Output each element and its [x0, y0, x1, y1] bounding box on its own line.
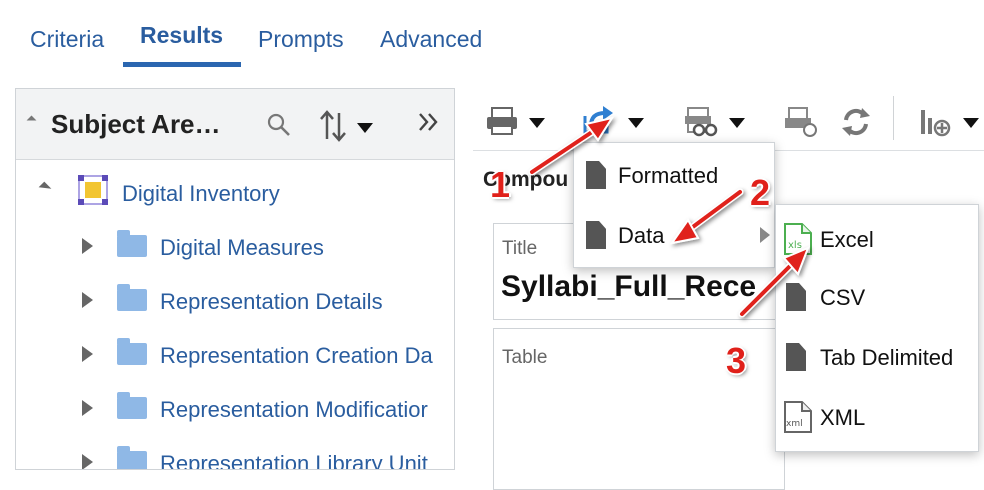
collapse-panel-icon[interactable] [26, 115, 37, 126]
tab-advanced[interactable]: Advanced [380, 26, 482, 53]
sort-icon[interactable] [319, 109, 379, 143]
export-menu: Formatted Data [573, 142, 775, 268]
folder-icon [117, 230, 147, 257]
add-view-icon[interactable] [918, 106, 952, 138]
menu-item-formatted-label: Formatted [618, 163, 719, 188]
folder-icon [117, 284, 147, 311]
data-export-submenu: xls Excel CSV Tab Delimited xml XML [775, 204, 979, 452]
toolbar-divider [893, 96, 894, 140]
menu-item-xml-label: XML [820, 405, 866, 430]
title-view-label: Title [502, 238, 538, 259]
folder-icon [117, 338, 147, 365]
menu-item-data[interactable]: Data [574, 207, 774, 263]
menu-item-excel-label: Excel [820, 227, 874, 252]
tree-item-representation-modification[interactable]: Representation Modificatior [16, 391, 454, 431]
print-dropdown-caret[interactable] [529, 118, 545, 128]
print-icon[interactable] [485, 106, 519, 136]
tab-criteria[interactable]: Criteria [30, 26, 104, 53]
export-dropdown-caret[interactable] [628, 118, 644, 128]
export-icon[interactable] [581, 104, 615, 136]
table-view-label: Table [502, 347, 548, 368]
menu-item-xml[interactable]: xml XML [776, 389, 978, 445]
tree-item-representation-details[interactable]: Representation Details [16, 283, 454, 323]
tree-item-label: Representation Modificatior [160, 397, 428, 422]
step-1-label: 1 [490, 164, 511, 205]
step-3-label: 3 [726, 340, 747, 381]
document-icon [786, 343, 806, 371]
submenu-arrow-icon [760, 227, 770, 243]
excel-file-icon: xls [784, 223, 812, 255]
menu-item-excel[interactable]: xls Excel [776, 209, 978, 265]
tab-prompts[interactable]: Prompts [258, 26, 344, 53]
tree-item-label: Digital Measures [160, 235, 324, 260]
expand-node-icon[interactable] [82, 346, 93, 362]
expand-node-icon[interactable] [82, 292, 93, 308]
expand-panel-icon[interactable] [417, 111, 441, 133]
collapse-node-icon[interactable] [38, 181, 52, 195]
subject-area-icon [78, 175, 108, 205]
add-view-dropdown-caret[interactable] [963, 118, 979, 128]
tab-results[interactable]: Results [140, 22, 223, 49]
refresh-icon[interactable] [840, 106, 872, 138]
xml-file-icon: xml [784, 401, 812, 433]
document-icon [786, 283, 806, 311]
subject-areas-panel: Subject Are… Digital Inventory Digital M… [15, 88, 455, 470]
tree-root-label: Digital Inventory [122, 181, 280, 206]
active-tab-indicator [123, 62, 241, 67]
menu-item-csv[interactable]: CSV [776, 269, 978, 325]
menu-item-tab-delimited-label: Tab Delimited [820, 345, 954, 370]
expand-node-icon[interactable] [82, 238, 93, 254]
search-icon[interactable] [266, 112, 292, 138]
menu-item-csv-label: CSV [820, 285, 866, 310]
tree-item-label: Representation Creation Da [160, 343, 433, 368]
print-preview-dropdown-caret[interactable] [729, 118, 745, 128]
menu-item-tab-delimited[interactable]: Tab Delimited [776, 329, 978, 385]
title-view-value: Syllabi_Full_Rece [501, 270, 757, 303]
document-icon [586, 161, 606, 189]
subject-areas-header: Subject Are… [16, 89, 454, 160]
menu-item-data-label: Data [618, 223, 665, 248]
tree-item-representation-creation[interactable]: Representation Creation Da [16, 337, 454, 377]
menu-item-formatted[interactable]: Formatted [574, 147, 774, 203]
subject-areas-title: Subject Are… [51, 109, 221, 139]
svg-text:xml: xml [786, 419, 803, 429]
expand-node-icon[interactable] [82, 454, 93, 469]
tree-item-label: Representation Library Unit [160, 451, 428, 470]
tree-item-label: Representation Details [160, 289, 383, 314]
print-preview-icon[interactable] [685, 106, 719, 138]
document-icon [586, 221, 606, 249]
results-tab-bar: Criteria Results Prompts Advanced [0, 0, 984, 72]
tree-item-digital-measures[interactable]: Digital Measures [16, 229, 454, 269]
tree-root-digital-inventory[interactable]: Digital Inventory [16, 173, 454, 213]
step-2-label: 2 [750, 172, 771, 213]
folder-icon [117, 446, 147, 469]
schedule-icon[interactable] [785, 106, 819, 138]
svg-text:xls: xls [788, 240, 802, 251]
expand-node-icon[interactable] [82, 400, 93, 416]
folder-icon [117, 392, 147, 419]
